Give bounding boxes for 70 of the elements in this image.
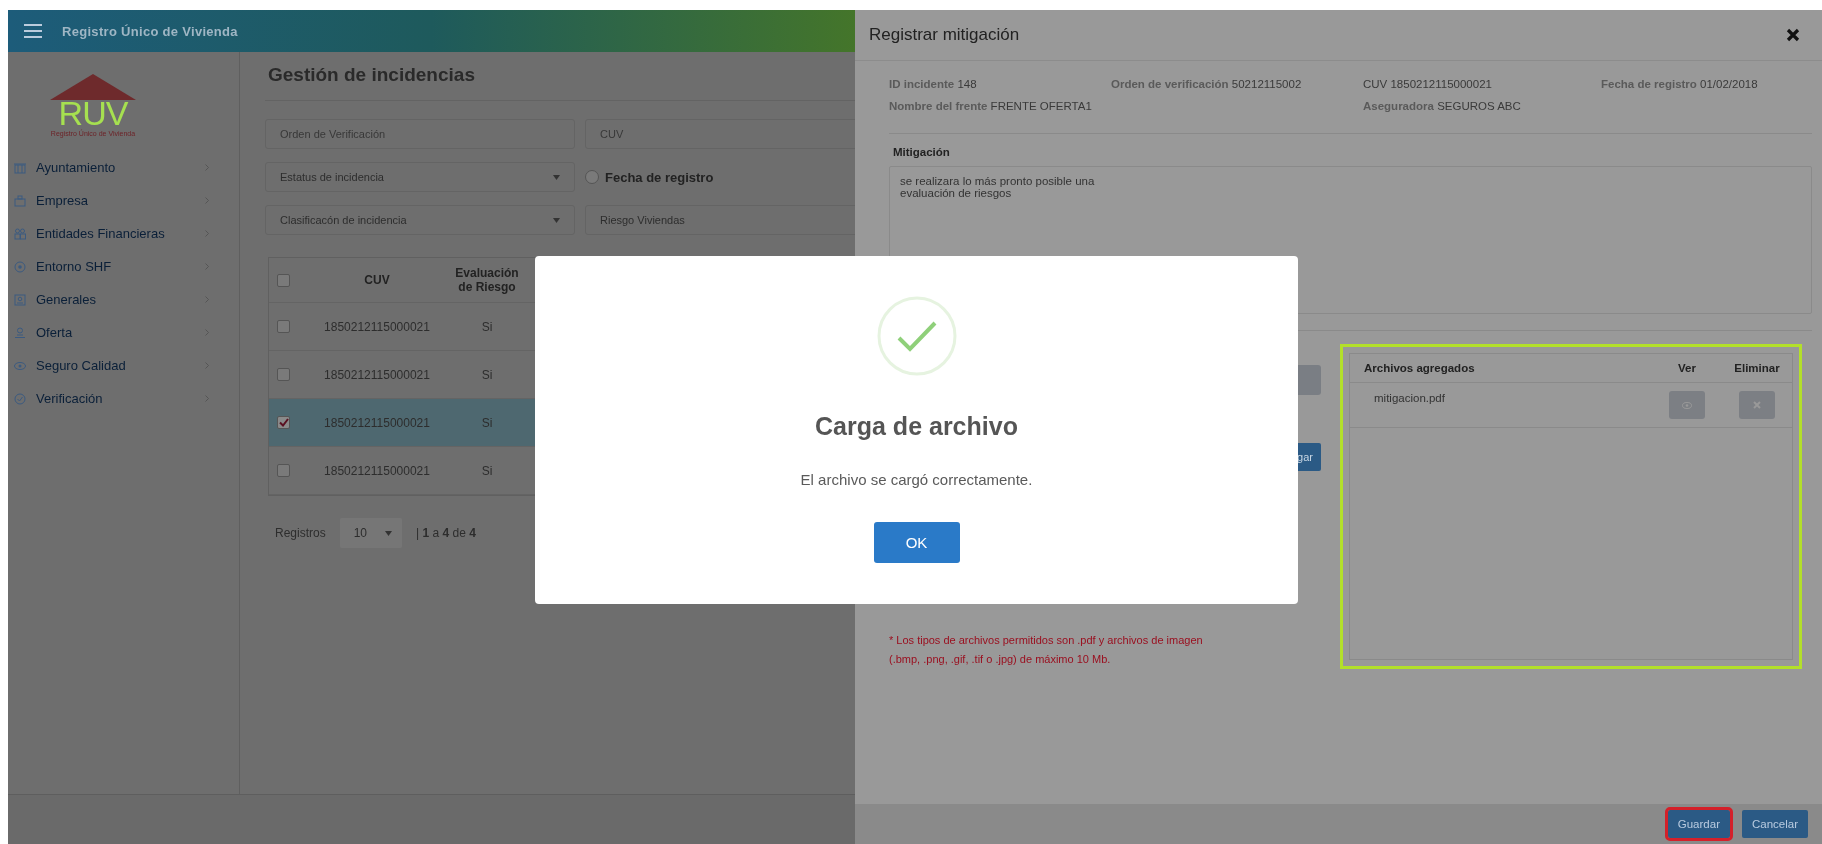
- sidebar-item[interactable]: Verificación: [8, 382, 239, 415]
- radio-label: Fecha de registro: [605, 169, 714, 185]
- table-cell-text: Si: [480, 415, 494, 430]
- table-cell-text: 1850212115000021: [323, 367, 431, 382]
- info-text: CUV 1850212115000021: [1363, 78, 1493, 90]
- eye-icon: [1682, 401, 1692, 409]
- page-size-select[interactable]: 10: [339, 518, 403, 548]
- info-text: Nombre del frente FRENTE OFERTA1: [889, 100, 1093, 112]
- dialog-message: El archivo se cargó correctamente.: [800, 471, 1033, 488]
- sidebar-item[interactable]: Ayuntamiento: [8, 151, 239, 184]
- sidebar-item[interactable]: Seguro Calidad: [8, 349, 239, 382]
- checkbox[interactable]: [277, 416, 290, 429]
- logo-text: RUV: [58, 98, 128, 128]
- person-icon: [14, 326, 26, 339]
- checkbox[interactable]: [277, 320, 290, 333]
- column-header: CUV: [363, 273, 391, 287]
- info-text: ID incidente 148: [889, 78, 978, 90]
- people-icon: [14, 227, 26, 240]
- dropdown-arrow-icon: [553, 217, 560, 223]
- field-label: Mitigación: [893, 146, 951, 158]
- table-cell-text: 1850212115000021: [323, 415, 431, 430]
- table-cell-text: Si: [480, 463, 494, 478]
- info-text: Fecha de registro 01/02/2018: [1601, 78, 1759, 90]
- radio-button[interactable]: [585, 170, 599, 184]
- info-text: Orden de verificación 50212115002: [1111, 78, 1303, 90]
- file-name: mitigacion.pdf: [1373, 391, 1446, 404]
- sidebar-item[interactable]: Entidades Financieras: [8, 217, 239, 250]
- app-title: Registro Único de Vivienda: [62, 23, 238, 39]
- checkbox[interactable]: [277, 464, 290, 477]
- table-cell-text: 1850212115000021: [323, 319, 431, 334]
- select-field[interactable]: Estatus de incidencia: [265, 162, 575, 192]
- sidebar-item[interactable]: Empresa: [8, 184, 239, 217]
- check-circle-icon: [876, 296, 957, 376]
- column-header: Eliminar: [1733, 362, 1781, 374]
- table-cell-text: 1850212115000021: [323, 463, 431, 478]
- close-icon[interactable]: [1786, 28, 1800, 42]
- building-icon: [14, 161, 26, 174]
- panel-title: Registrar mitigación: [869, 25, 1020, 45]
- table-cell-text: Si: [480, 367, 494, 382]
- select-field[interactable]: Riesgo Viviendas: [585, 205, 855, 235]
- column-header: Archivos agregados: [1363, 362, 1476, 374]
- view-button[interactable]: [1669, 391, 1705, 419]
- file-types-note: * Los tipos de archivos permitidos son .pdf y archivos de imagen (.bmp, .png, .gif, .tif o .jpg) de máximo 10 Mb.: [889, 633, 1203, 667]
- delete-button[interactable]: [1739, 391, 1775, 419]
- roof-icon: [50, 74, 136, 100]
- table-cell-text: Si: [480, 319, 494, 334]
- id-card-icon: [14, 293, 26, 306]
- sidebar-item[interactable]: Entorno SHF: [8, 250, 239, 283]
- sidebar-item[interactable]: Oferta: [8, 316, 239, 349]
- select-field[interactable]: Clasificacón de incidencia: [265, 205, 575, 235]
- footer-button[interactable]: Cancelar: [1741, 810, 1808, 838]
- menu-icon[interactable]: [24, 24, 42, 38]
- sidebar-item[interactable]: Generales: [8, 283, 239, 316]
- page-size-label: Registros: [275, 526, 326, 540]
- info-text: Aseguradora SEGUROS ABC: [1363, 100, 1522, 112]
- x-icon: [1753, 401, 1761, 409]
- ok-button[interactable]: OK: [873, 522, 960, 563]
- eye-icon: [14, 359, 26, 372]
- target-icon: [14, 260, 26, 273]
- check-circle-icon: [14, 392, 26, 405]
- record-count: | 1 a 4 de 4: [416, 526, 476, 540]
- dropdown-arrow-icon: [385, 530, 393, 536]
- dropdown-arrow-icon: [553, 174, 560, 180]
- column-header: Evaluación de Riesgo: [454, 266, 520, 294]
- checkbox[interactable]: [277, 368, 290, 381]
- column-header: Ver: [1677, 362, 1697, 374]
- briefcase-icon: [14, 194, 26, 207]
- dialog-title: Carga de archivo: [815, 412, 1018, 441]
- footer-button[interactable]: Guardar: [1667, 810, 1730, 838]
- checkbox[interactable]: [277, 273, 290, 287]
